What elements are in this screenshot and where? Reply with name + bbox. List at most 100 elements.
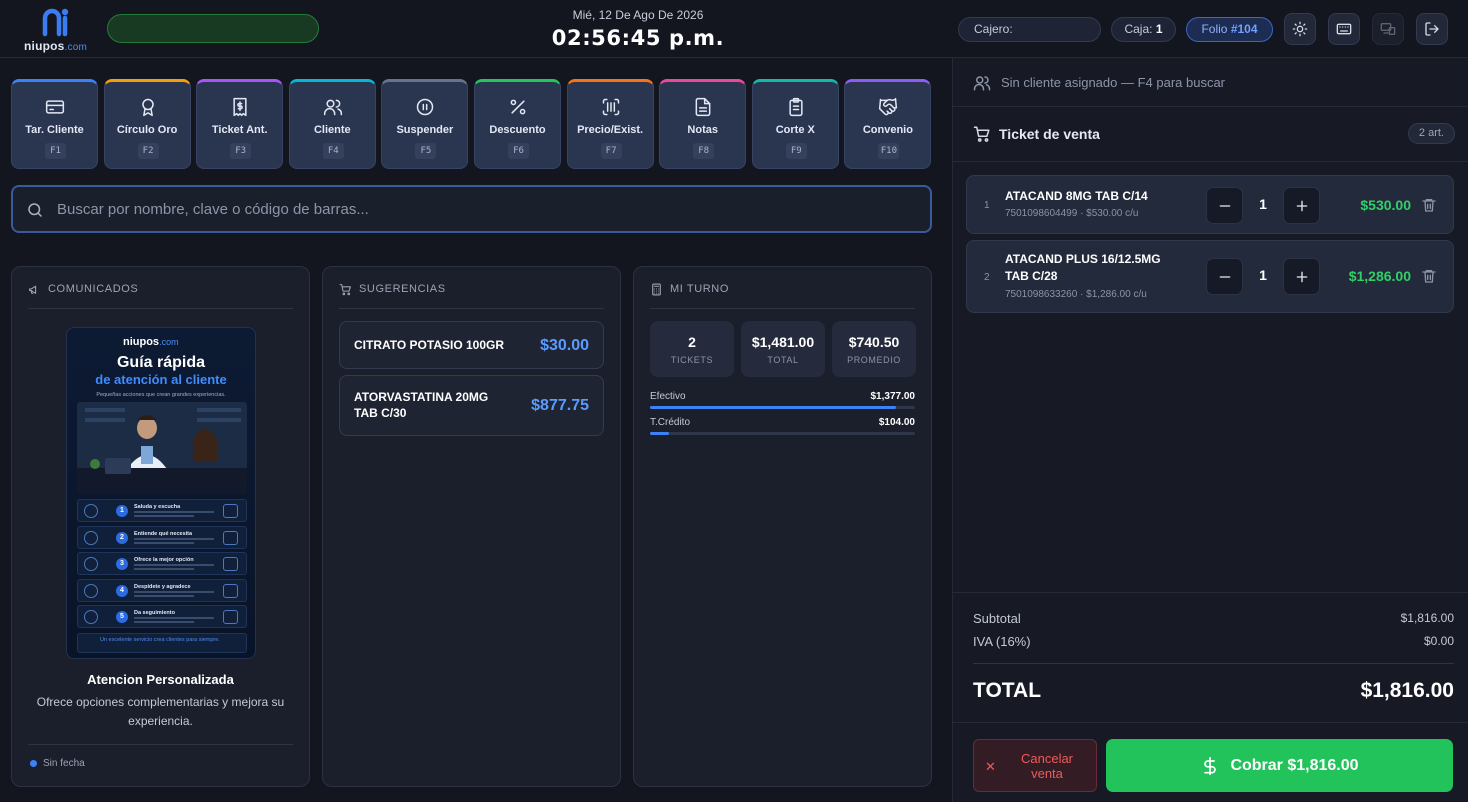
tax-value: $0.00 (1423, 634, 1454, 648)
poster-step: 3 Ofrece la mejor opción (77, 552, 247, 575)
suggestion-card[interactable]: CITRATO POTASIO 100GR $30.00 (339, 321, 604, 369)
stat-label: TICKETS (670, 355, 714, 365)
ticket-title: Ticket de venta (999, 126, 1100, 142)
poster-step: 1 Saluda y escucha (77, 499, 247, 522)
step-text-line (134, 537, 214, 540)
function-key-f1[interactable]: Tar. Cliente F1 (11, 79, 98, 169)
client-assign-row[interactable]: Sin cliente asignado — F4 para buscar (953, 58, 1468, 107)
item-quantity[interactable]: 1 (1251, 196, 1275, 212)
document-icon (695, 97, 711, 117)
function-key-label: Cliente (313, 124, 351, 136)
current-time: 02:56:45 p.m. (551, 26, 725, 50)
step-text-line (134, 515, 194, 517)
increase-qty-button[interactable] (1283, 258, 1320, 295)
step-icon (223, 504, 238, 518)
plus-icon (1296, 271, 1307, 282)
function-key-f4[interactable]: Cliente F4 (288, 79, 376, 169)
minus-icon (1219, 275, 1230, 278)
pharmacist-illustration (77, 402, 247, 494)
function-key-f8[interactable]: Notas F8 (659, 79, 747, 169)
function-key-label: Corte X (775, 124, 815, 136)
minus-icon (1219, 204, 1230, 207)
announcement-title: Atencion Personalizada (87, 672, 234, 687)
poster-subtitle: Pequeñas acciones que crean grandes expe… (96, 392, 226, 398)
decrease-qty-button[interactable] (1206, 187, 1243, 224)
search-input[interactable] (57, 187, 917, 231)
app-logo[interactable]: niupos.com (24, 6, 90, 53)
customer-display-button[interactable] (1372, 13, 1404, 45)
trash-icon[interactable] (1421, 268, 1437, 284)
increase-qty-button[interactable] (1283, 187, 1320, 224)
shortcut-key-badge: F4 (322, 143, 344, 159)
step-number: 2 (116, 531, 128, 544)
suggestion-price: $877.75 (531, 397, 589, 414)
subtotal-row: Subtotal $1,816.00 (973, 611, 1454, 626)
payment-progress-fill (650, 432, 669, 435)
users-icon (973, 76, 991, 91)
poster-title-accent: de atención al cliente (95, 372, 227, 387)
cashier-pill[interactable]: Cajero: (958, 17, 1101, 42)
charge-button[interactable]: Cobrar $1,816.00 (1106, 739, 1453, 792)
suggestions-panel: SUGERENCIAS CITRATO POTASIO 100GR $30.00… (322, 266, 621, 787)
stat-value: 2 (688, 334, 696, 350)
cart-icon (973, 126, 990, 142)
shortcut-key-badge: F8 (693, 143, 715, 159)
step-icon (223, 610, 238, 624)
function-key-f7[interactable]: Precio/Exist. F7 (566, 79, 654, 169)
step-icon (84, 530, 98, 545)
decrease-qty-button[interactable] (1206, 258, 1243, 295)
function-key-label: Suspender (396, 124, 454, 136)
clock: Mié, 12 De Ago De 2026 02:56:45 p.m. (538, 8, 738, 50)
step-icon (84, 504, 98, 518)
ticket-item[interactable]: 1 ATACAND 8MG TAB C/14 7501098604499 · $… (966, 175, 1454, 234)
function-key-label: Descuento (489, 124, 546, 136)
logo-mark-icon (42, 8, 69, 37)
step-title: Despídete y agradece (134, 583, 191, 590)
step-number: 5 (116, 611, 128, 623)
item-number: 1 (984, 200, 990, 211)
ticket-item[interactable]: 2 ATACAND PLUS 16/12.5MG TAB C/28 750109… (966, 240, 1454, 313)
current-date: Mié, 12 De Ago De 2026 (572, 8, 704, 22)
product-search-box[interactable] (11, 185, 932, 233)
checkout-actions: ✕ Cancelar venta Cobrar $1,816.00 (953, 722, 1468, 802)
announcement-description: Ofrece opciones complementarias y mejora… (36, 695, 285, 728)
step-icon (84, 610, 98, 624)
clipboard-icon (789, 97, 803, 117)
shortcut-key-badge: F7 (600, 143, 622, 159)
connection-status-pill[interactable] (107, 14, 319, 43)
function-key-f3[interactable]: Ticket Ant. F3 (196, 79, 284, 169)
handshake-icon (879, 97, 898, 116)
stat-label: PROMEDIO (847, 355, 901, 365)
announcement-poster[interactable]: niupos.com Guía rápida de atención al cl… (66, 327, 256, 659)
step-text-line (134, 564, 214, 566)
item-quantity[interactable]: 1 (1251, 267, 1275, 283)
theme-toggle-button[interactable] (1284, 13, 1316, 45)
dollar-icon (1204, 756, 1217, 775)
totals-section: Subtotal $1,816.00 IVA (16%) $0.00 TOTAL… (953, 592, 1468, 722)
receipt-icon (233, 97, 247, 117)
stat-value: $740.50 (848, 334, 900, 350)
percent-icon (510, 99, 526, 115)
poster-photo (77, 402, 247, 494)
function-key-f9[interactable]: Corte X F9 (751, 79, 839, 169)
step-icon (84, 557, 98, 571)
payment-progress-bar (650, 406, 915, 409)
function-key-f10[interactable]: Convenio F10 (844, 79, 932, 169)
trash-icon[interactable] (1421, 197, 1437, 213)
function-key-f6[interactable]: Descuento F6 (474, 79, 561, 169)
step-number: 3 (116, 558, 128, 570)
announcements-header: COMUNICADOS (28, 283, 293, 309)
users-icon (323, 99, 342, 116)
keyboard-shortcuts-button[interactable] (1328, 13, 1360, 45)
function-key-label: Precio/Exist. (577, 124, 644, 136)
logout-button[interactable] (1416, 13, 1448, 45)
logout-icon (1425, 22, 1439, 36)
tax-label: IVA (16%) (973, 634, 1031, 649)
function-key-f5[interactable]: Suspender F5 (381, 79, 469, 169)
cancel-sale-button[interactable]: ✕ Cancelar venta (973, 739, 1097, 792)
function-key-f2[interactable]: Círculo Oro F2 (103, 79, 191, 169)
step-text-line (134, 511, 214, 513)
step-icon (84, 583, 98, 598)
suggestion-card[interactable]: ATORVASTATINA 20MG TAB C/30 $877.75 (339, 375, 604, 436)
item-total: $1,286.00 (1348, 268, 1411, 284)
